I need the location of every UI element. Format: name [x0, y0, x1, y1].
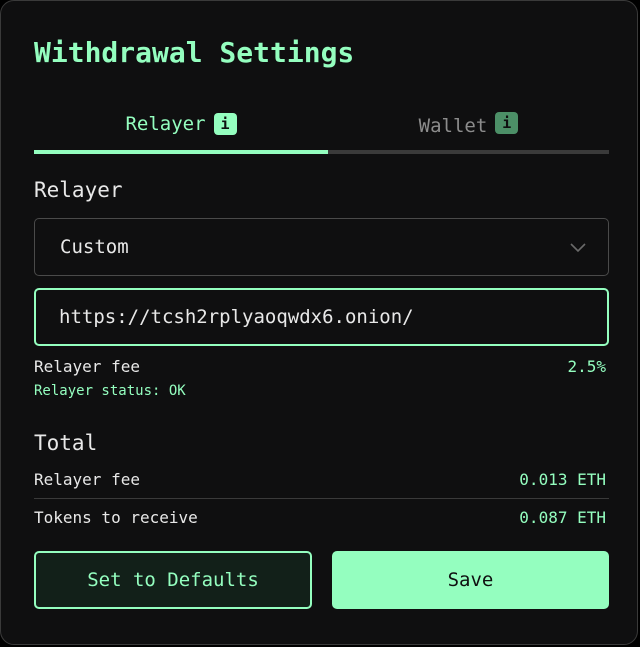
tab-relayer-label: Relayer: [125, 113, 206, 135]
relayer-url-input[interactable]: [34, 288, 609, 346]
relayer-section-label: Relayer: [34, 178, 123, 202]
tab-wallet[interactable]: Wallet i: [328, 109, 609, 154]
tokens-to-receive-value: 0.087 ETH: [519, 508, 606, 527]
tab-wallet-label: Wallet: [418, 115, 488, 137]
set-to-defaults-button[interactable]: Set to Defaults: [34, 551, 312, 609]
relayer-fee-value: 2.5%: [567, 357, 606, 376]
relayer-fee-label: Relayer fee: [34, 357, 140, 376]
total-relayer-fee-value: 0.013 ETH: [519, 470, 606, 489]
info-icon[interactable]: i: [495, 112, 519, 134]
settings-tabs: Relayer i Wallet i: [34, 109, 609, 154]
save-button[interactable]: Save: [332, 551, 609, 609]
total-section-label: Total: [34, 431, 98, 455]
tab-active-indicator: [34, 150, 328, 154]
tokens-to-receive-label: Tokens to receive: [34, 508, 198, 527]
modal-title: Withdrawal Settings: [34, 36, 355, 69]
relayer-select-value: Custom: [60, 236, 129, 258]
total-relayer-fee-label: Relayer fee: [34, 470, 140, 489]
relayer-select[interactable]: Custom: [34, 218, 609, 276]
info-icon[interactable]: i: [213, 113, 237, 135]
total-divider: [34, 498, 609, 499]
withdrawal-settings-modal: Withdrawal Settings Relayer i Wallet i Rel…: [0, 0, 638, 645]
chevron-down-icon: [570, 243, 586, 253]
tab-relayer[interactable]: Relayer i: [34, 109, 328, 154]
relayer-status-text: Relayer status: OK: [34, 383, 186, 399]
